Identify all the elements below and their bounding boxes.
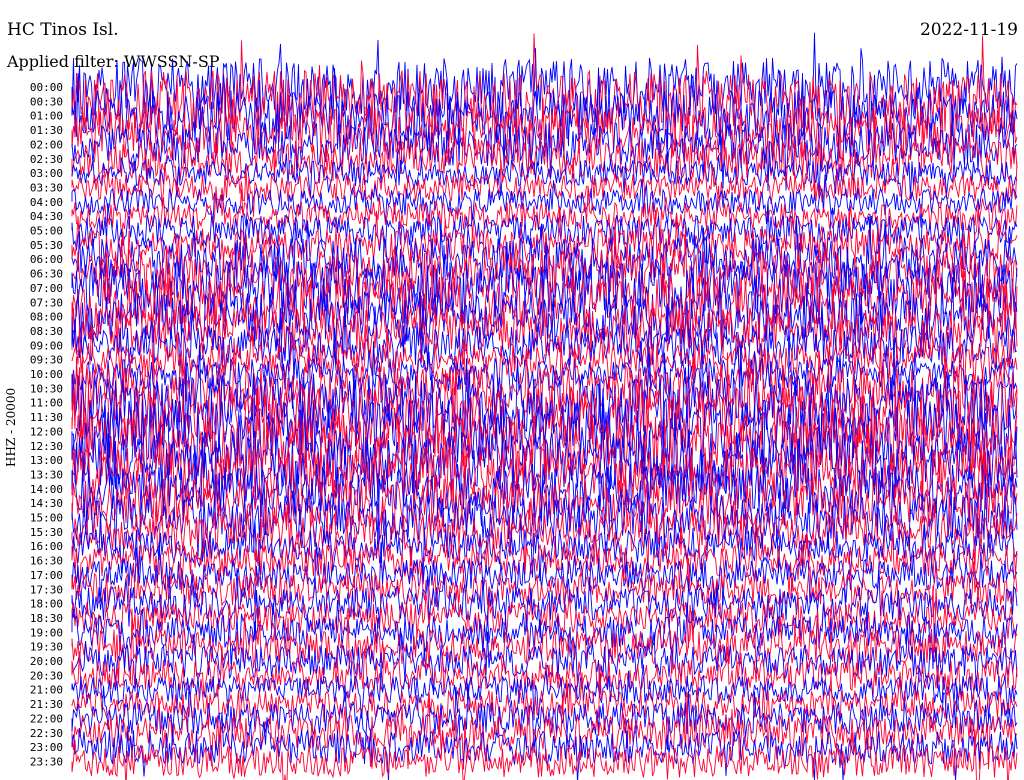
- time-tick-label: 03:00: [30, 167, 63, 180]
- helicorder-plot: 00:0000:30 01:0001:3002:00 02:3003:0003:30…: [30, 32, 1018, 780]
- time-tick-label: 08:00: [30, 311, 63, 324]
- time-tick-label: 08:30: [30, 325, 63, 338]
- time-tick-label: 11:30: [30, 411, 63, 424]
- time-tick-label: 17:30: [30, 583, 63, 596]
- time-tick-label: 19:30: [30, 641, 63, 654]
- time-tick-label: 22:30: [30, 727, 63, 740]
- time-tick-label: 02:00: [30, 138, 63, 151]
- time-tick-label: 11:00: [30, 397, 63, 410]
- time-tick-label: 04:30: [30, 210, 63, 223]
- time-tick-label: 22:00: [30, 712, 63, 725]
- time-tick-label: 01:00: [30, 110, 63, 123]
- time-tick-label: 21:30: [30, 698, 63, 711]
- time-tick-label: 15:30: [30, 526, 63, 539]
- time-tick-label: 16:00: [30, 540, 63, 553]
- time-tick-label: 05:00: [30, 225, 63, 238]
- time-tick-label: 14:00: [30, 483, 63, 496]
- time-tick-label: 23:30: [30, 755, 63, 768]
- time-tick-label: 20:00: [30, 655, 63, 668]
- time-tick-label: 07:30: [30, 296, 63, 309]
- time-tick-label: 05:30: [30, 239, 63, 252]
- seismic-trace-0230: [71, 116, 1018, 199]
- time-tick-label: 20:30: [30, 669, 63, 682]
- time-tick-label: 01:30: [30, 124, 63, 137]
- time-tick-label: 06:00: [30, 253, 63, 266]
- time-tick-label: 12:00: [30, 425, 63, 438]
- time-tick-label: 14:30: [30, 497, 63, 510]
- time-tick-label: 18:30: [30, 612, 63, 625]
- time-tick-label: 04:00: [30, 196, 63, 209]
- time-tick-label: 13:00: [30, 454, 63, 467]
- time-tick-label: 23:00: [30, 741, 63, 754]
- time-tick-label: 10:30: [30, 382, 63, 395]
- time-tick-label: 21:00: [30, 684, 63, 697]
- time-tick-label: 00:30: [30, 95, 63, 108]
- time-tick-label: 06:30: [30, 268, 63, 281]
- time-tick-label: 18:00: [30, 598, 63, 611]
- time-tick-label: 16:30: [30, 555, 63, 568]
- time-tick-label: 09:00: [30, 339, 63, 352]
- time-tick-label: 19:00: [30, 626, 63, 639]
- time-tick-label: 17:00: [30, 569, 63, 582]
- trace-group: [71, 32, 1018, 780]
- time-tick-label: 10:00: [30, 368, 63, 381]
- time-axis: 00:0000:30 01:0001:3002:00 02:3003:0003:30…: [30, 81, 63, 768]
- time-tick-label: 09:30: [30, 354, 63, 367]
- time-tick-label: 00:00: [30, 81, 63, 94]
- time-tick-label: 03:30: [30, 181, 63, 194]
- time-tick-label: 13:30: [30, 468, 63, 481]
- time-tick-label: 12:30: [30, 440, 63, 453]
- time-tick-label: 15:00: [30, 512, 63, 525]
- time-tick-label: 02:30: [30, 153, 63, 166]
- time-tick-label: 07:00: [30, 282, 63, 295]
